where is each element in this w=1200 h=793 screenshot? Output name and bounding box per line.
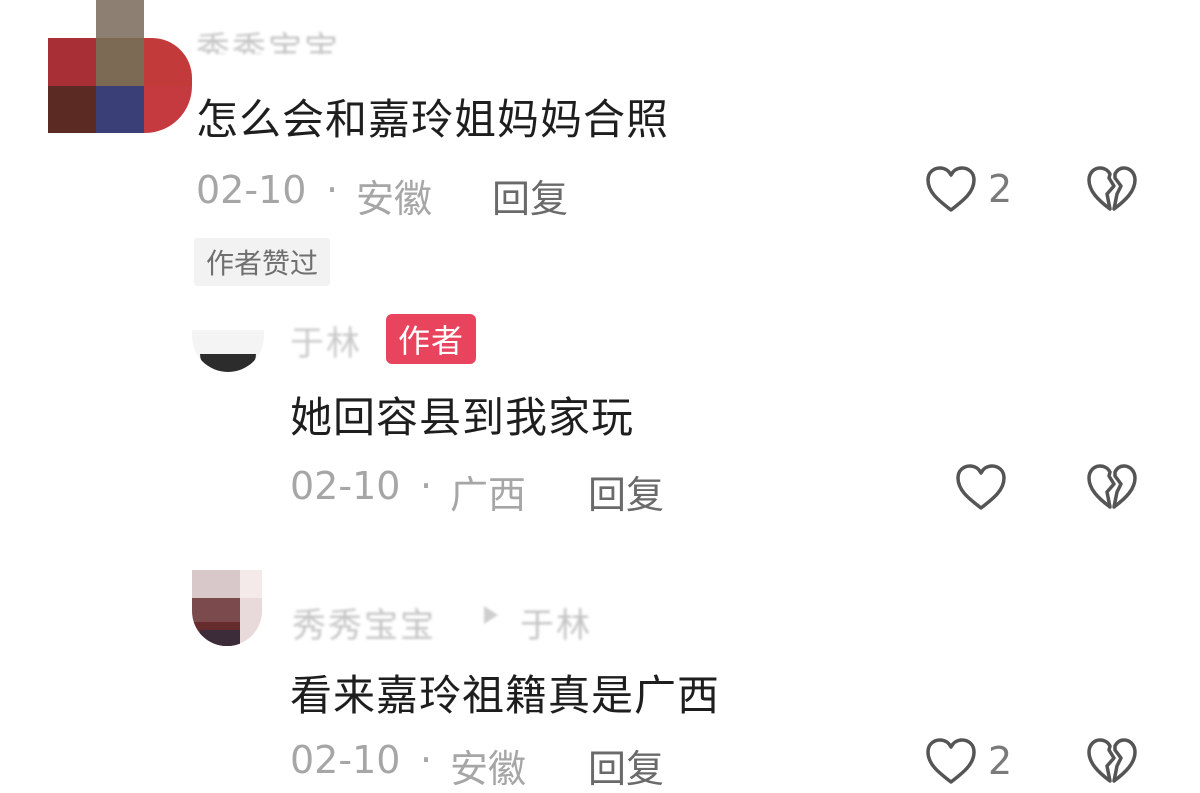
heart-outline-icon (956, 464, 1006, 510)
avatar[interactable] (192, 330, 264, 372)
meta-separator: · (420, 464, 433, 508)
reply-button[interactable]: 回复 (492, 168, 568, 223)
comment-location: 广西 (450, 473, 527, 517)
comment-location: 安徽 (356, 177, 433, 221)
avatar-pixel (96, 86, 144, 133)
avatar-pixel (144, 86, 192, 133)
heart-outline-icon (926, 166, 976, 212)
reply-to-username[interactable]: 于林 (520, 598, 592, 647)
avatar[interactable] (192, 570, 262, 646)
comment-text: 怎么会和嘉玲姐妈妈合照 (196, 95, 670, 144)
comment-username[interactable]: 秀秀宝宝 (292, 598, 436, 647)
meta-separator: · (420, 738, 433, 782)
author-badge: 作者 (386, 314, 477, 364)
reply-button[interactable]: 回复 (588, 464, 664, 519)
comment-date: 02-10 (196, 168, 307, 212)
avatar-pixel (48, 38, 96, 86)
like-count: 2 (988, 739, 1013, 783)
dislike-button[interactable] (1086, 462, 1138, 516)
avatar-pixel (96, 38, 144, 86)
meta-separator: · (326, 168, 339, 212)
comment-username[interactable]: 于林 (290, 316, 362, 365)
comment-username[interactable]: 秀秀宝宝 (196, 28, 340, 54)
avatar-pixel (200, 630, 240, 646)
like-button[interactable]: 2 (924, 736, 1012, 786)
avatar-pixel (144, 38, 192, 86)
dislike-button[interactable] (1086, 736, 1138, 790)
broken-heart-icon (1087, 464, 1137, 509)
like-button[interactable] (954, 462, 1008, 512)
heart-outline-icon (926, 738, 976, 784)
like-button[interactable]: 2 (924, 164, 1012, 214)
broken-heart-icon (1087, 738, 1137, 783)
comment-text: 她回容县到我家玩 (290, 393, 635, 442)
reply-arrow-icon (484, 606, 498, 624)
like-count: 2 (988, 167, 1013, 211)
reply-button[interactable]: 回复 (588, 738, 664, 793)
comment-location: 安徽 (450, 747, 527, 791)
comment-text: 看来嘉玲祖籍真是广西 (290, 671, 721, 720)
avatar-pixel (240, 570, 262, 598)
dislike-button[interactable] (1086, 164, 1138, 218)
comment-date: 02-10 (290, 738, 401, 782)
broken-heart-icon (1087, 166, 1137, 211)
liked-by-author-badge: 作者赞过 (194, 238, 331, 286)
avatar-pixel (96, 0, 144, 38)
avatar-pixel (240, 598, 262, 646)
avatar-pixel (192, 570, 240, 598)
comment-date: 02-10 (290, 464, 401, 508)
avatar-pixel (48, 86, 96, 133)
avatar[interactable] (48, 0, 192, 133)
